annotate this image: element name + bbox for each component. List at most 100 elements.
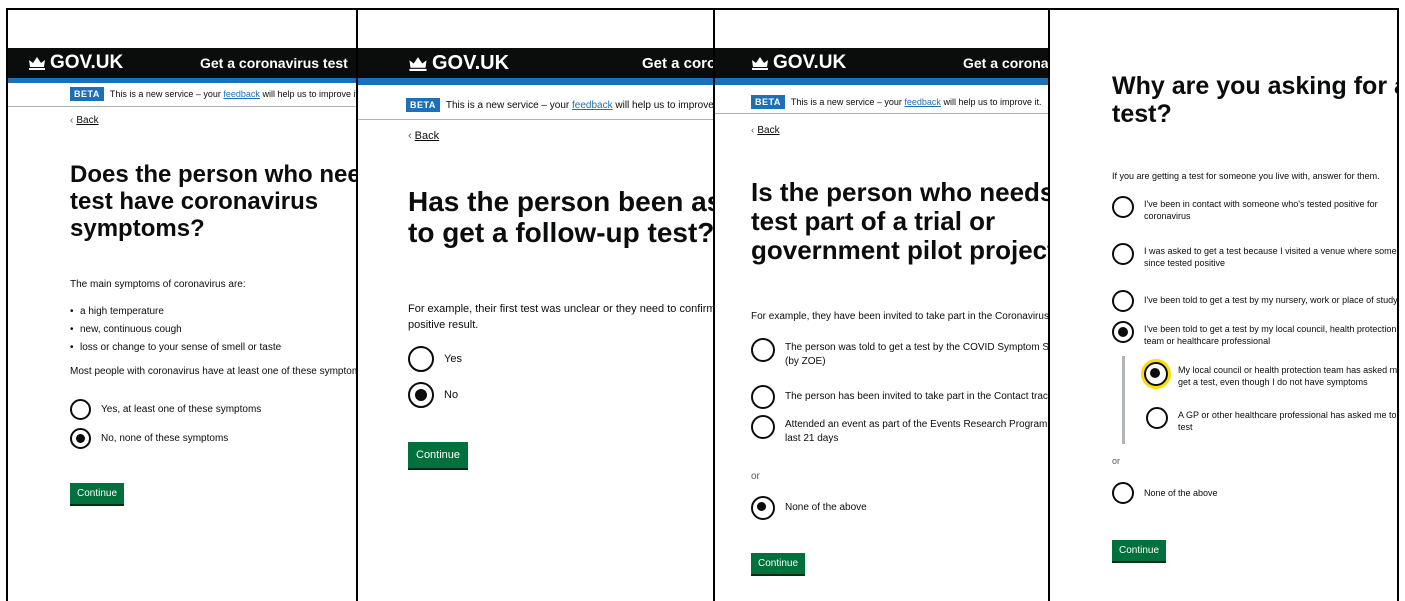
radio-label: The person has been invited to take part… <box>785 391 1050 402</box>
govuk-logo-link[interactable]: GOV.UK <box>751 52 846 74</box>
phase-banner: BETA This is a new service – your feedbac… <box>8 83 356 107</box>
radio-covid-symptom-study[interactable]: The person was told to get a test by the… <box>751 338 1050 368</box>
radio-label: A GP or other healthcare professional ha… <box>1178 410 1397 433</box>
radio-label: Yes, at least one of these symptoms <box>101 404 262 415</box>
radio-yes[interactable]: Yes <box>408 346 462 372</box>
crown-icon <box>29 57 45 70</box>
radio-circle[interactable] <box>1112 482 1134 504</box>
symptom-item: new, continuous cough <box>70 321 281 339</box>
govuk-logo-link[interactable]: GOV.UK <box>28 52 123 74</box>
chevron-left-icon: ‹ <box>751 125 755 136</box>
back-link-label: Back <box>76 115 99 126</box>
symptoms-note: Most people with coronavirus have at lea… <box>70 366 358 377</box>
back-link-label: Back <box>414 130 440 142</box>
phase-banner-text: This is a new service – your <box>445 100 570 111</box>
radio-circle[interactable] <box>751 415 775 439</box>
radio-sub-gp[interactable]: A GP or other healthcare professional ha… <box>1146 407 1397 433</box>
page-question: Has the person been asked to get a follo… <box>408 186 715 249</box>
feedback-link[interactable]: feedback <box>223 89 260 99</box>
radio-label: My local council or health protection te… <box>1178 365 1398 388</box>
chevron-left-icon: ‹ <box>70 115 74 126</box>
or-divider: or <box>1112 456 1121 466</box>
feedback-link[interactable]: feedback <box>904 97 941 107</box>
back-link[interactable]: ‹ Back <box>408 130 439 142</box>
radio-circle-checked[interactable] <box>70 428 91 449</box>
radio-circle[interactable] <box>408 346 434 372</box>
continue-button[interactable]: Continue <box>70 483 125 504</box>
radio-circle-checked[interactable] <box>1112 321 1134 343</box>
govuk-header: GOV.UK Get a coronavirus test <box>8 48 356 78</box>
service-name-link[interactable]: Get a coronavirus test <box>200 55 348 71</box>
radio-label: I've been told to get a test by my local… <box>1144 324 1397 347</box>
radio-none-of-the-above[interactable]: None of the above <box>1112 482 1218 504</box>
radio-contact-tracing[interactable]: The person has been invited to take part… <box>751 385 1050 409</box>
radio-circle-checked[interactable] <box>408 382 434 408</box>
radio-label: No <box>444 389 459 401</box>
page-question: Is the person who needs a test part of a… <box>751 177 1050 266</box>
continue-button[interactable]: Continue <box>408 442 469 468</box>
back-link-label: Back <box>757 125 780 136</box>
radio-label: The person was told to get a test by the… <box>785 342 1050 367</box>
radio-circle[interactable] <box>751 385 775 409</box>
screenshot-panel-follow-up: GOV.UK Get a coronavirus test BETA This i… <box>356 8 715 601</box>
continue-button[interactable]: Continue <box>1112 540 1167 561</box>
phase-banner-text: This is a new service – your <box>109 89 221 99</box>
symptoms-list: a high temperature new, continuous cough… <box>70 303 281 357</box>
phase-banner: BETA This is a new service – your feedbac… <box>715 90 1048 114</box>
radio-yes-symptoms[interactable]: Yes, at least one of these symptoms <box>70 399 261 420</box>
page-question: Why are you asking for a test? <box>1112 72 1397 128</box>
radio-no-symptoms[interactable]: No, none of these symptoms <box>70 428 228 449</box>
radio-circle[interactable] <box>1112 196 1134 218</box>
question-hint: For example, their first test was unclea… <box>408 303 715 331</box>
radio-circle[interactable] <box>1146 407 1168 429</box>
radio-nursery-work[interactable]: I've been told to get a test by my nurse… <box>1112 290 1398 312</box>
radio-sub-local-council[interactable]: My local council or health protection te… <box>1144 362 1398 388</box>
phase-banner-text-end: will help us to improve it. <box>943 97 1042 107</box>
radio-label: I was asked to get a test because I visi… <box>1144 246 1397 269</box>
screenshot-panel-symptoms: GOV.UK Get a coronavirus test BETA This i… <box>6 8 358 601</box>
crown-icon <box>409 57 427 71</box>
radio-label: None of the above <box>1144 488 1218 498</box>
radio-label: None of the above <box>785 502 867 513</box>
service-name-link[interactable]: Get a coronavirus test <box>963 55 1048 71</box>
radio-local-council[interactable]: I've been told to get a test by my local… <box>1112 321 1396 347</box>
radio-no[interactable]: No <box>408 382 458 408</box>
govuk-brand-text: GOV.UK <box>432 52 510 74</box>
back-link[interactable]: ‹ Back <box>70 115 99 126</box>
symptoms-intro: The main symptoms of coronavirus are: <box>70 279 246 290</box>
conditional-reveal-border <box>1122 356 1125 444</box>
radio-label: No, none of these symptoms <box>101 433 229 444</box>
radio-label: I've been in contact with someone who's … <box>1144 199 1378 222</box>
govuk-header: GOV.UK Get a coronavirus test <box>715 48 1048 78</box>
radio-events-research[interactable]: Attended an event as part of the Events … <box>751 415 1048 445</box>
beta-tag: BETA <box>70 87 104 101</box>
beta-tag: BETA <box>751 95 785 109</box>
radio-circle-checked-focused[interactable] <box>1144 362 1168 386</box>
continue-button[interactable]: Continue <box>751 553 806 574</box>
phase-banner-text-end: will help us to improve it. <box>615 100 715 111</box>
header-blue-bar <box>358 78 713 85</box>
feedback-link[interactable]: feedback <box>572 100 613 111</box>
question-hint: For example, they have been invited to t… <box>751 311 1049 322</box>
symptom-item: loss or change to your sense of smell or… <box>70 339 281 357</box>
phase-banner-text: This is a new service – your <box>790 97 902 107</box>
screenshot-panel-reason: Why are you asking for a test? If you ar… <box>1048 8 1399 601</box>
radio-venue[interactable]: I was asked to get a test because I visi… <box>1112 243 1397 269</box>
radio-label: I've been told to get a test by my nurse… <box>1144 295 1398 305</box>
radio-circle[interactable] <box>70 399 91 420</box>
page-question: Does the person who needs a test have co… <box>70 161 356 242</box>
govuk-brand-text: GOV.UK <box>50 52 124 73</box>
govuk-logo-link[interactable]: GOV.UK <box>408 52 509 75</box>
radio-circle-checked[interactable] <box>751 496 775 520</box>
radio-circle[interactable] <box>1112 243 1134 265</box>
govuk-brand-text: GOV.UK <box>773 52 847 73</box>
service-name-link[interactable]: Get a coronavirus test <box>642 55 713 72</box>
back-link[interactable]: ‹ Back <box>751 125 780 136</box>
radio-circle[interactable] <box>1112 290 1134 312</box>
or-divider: or <box>751 471 760 482</box>
radio-label: Yes <box>444 353 462 365</box>
beta-tag: BETA <box>406 98 440 112</box>
radio-circle[interactable] <box>751 338 775 362</box>
radio-contact-positive[interactable]: I've been in contact with someone who's … <box>1112 196 1378 222</box>
radio-none-of-the-above[interactable]: None of the above <box>751 496 867 520</box>
